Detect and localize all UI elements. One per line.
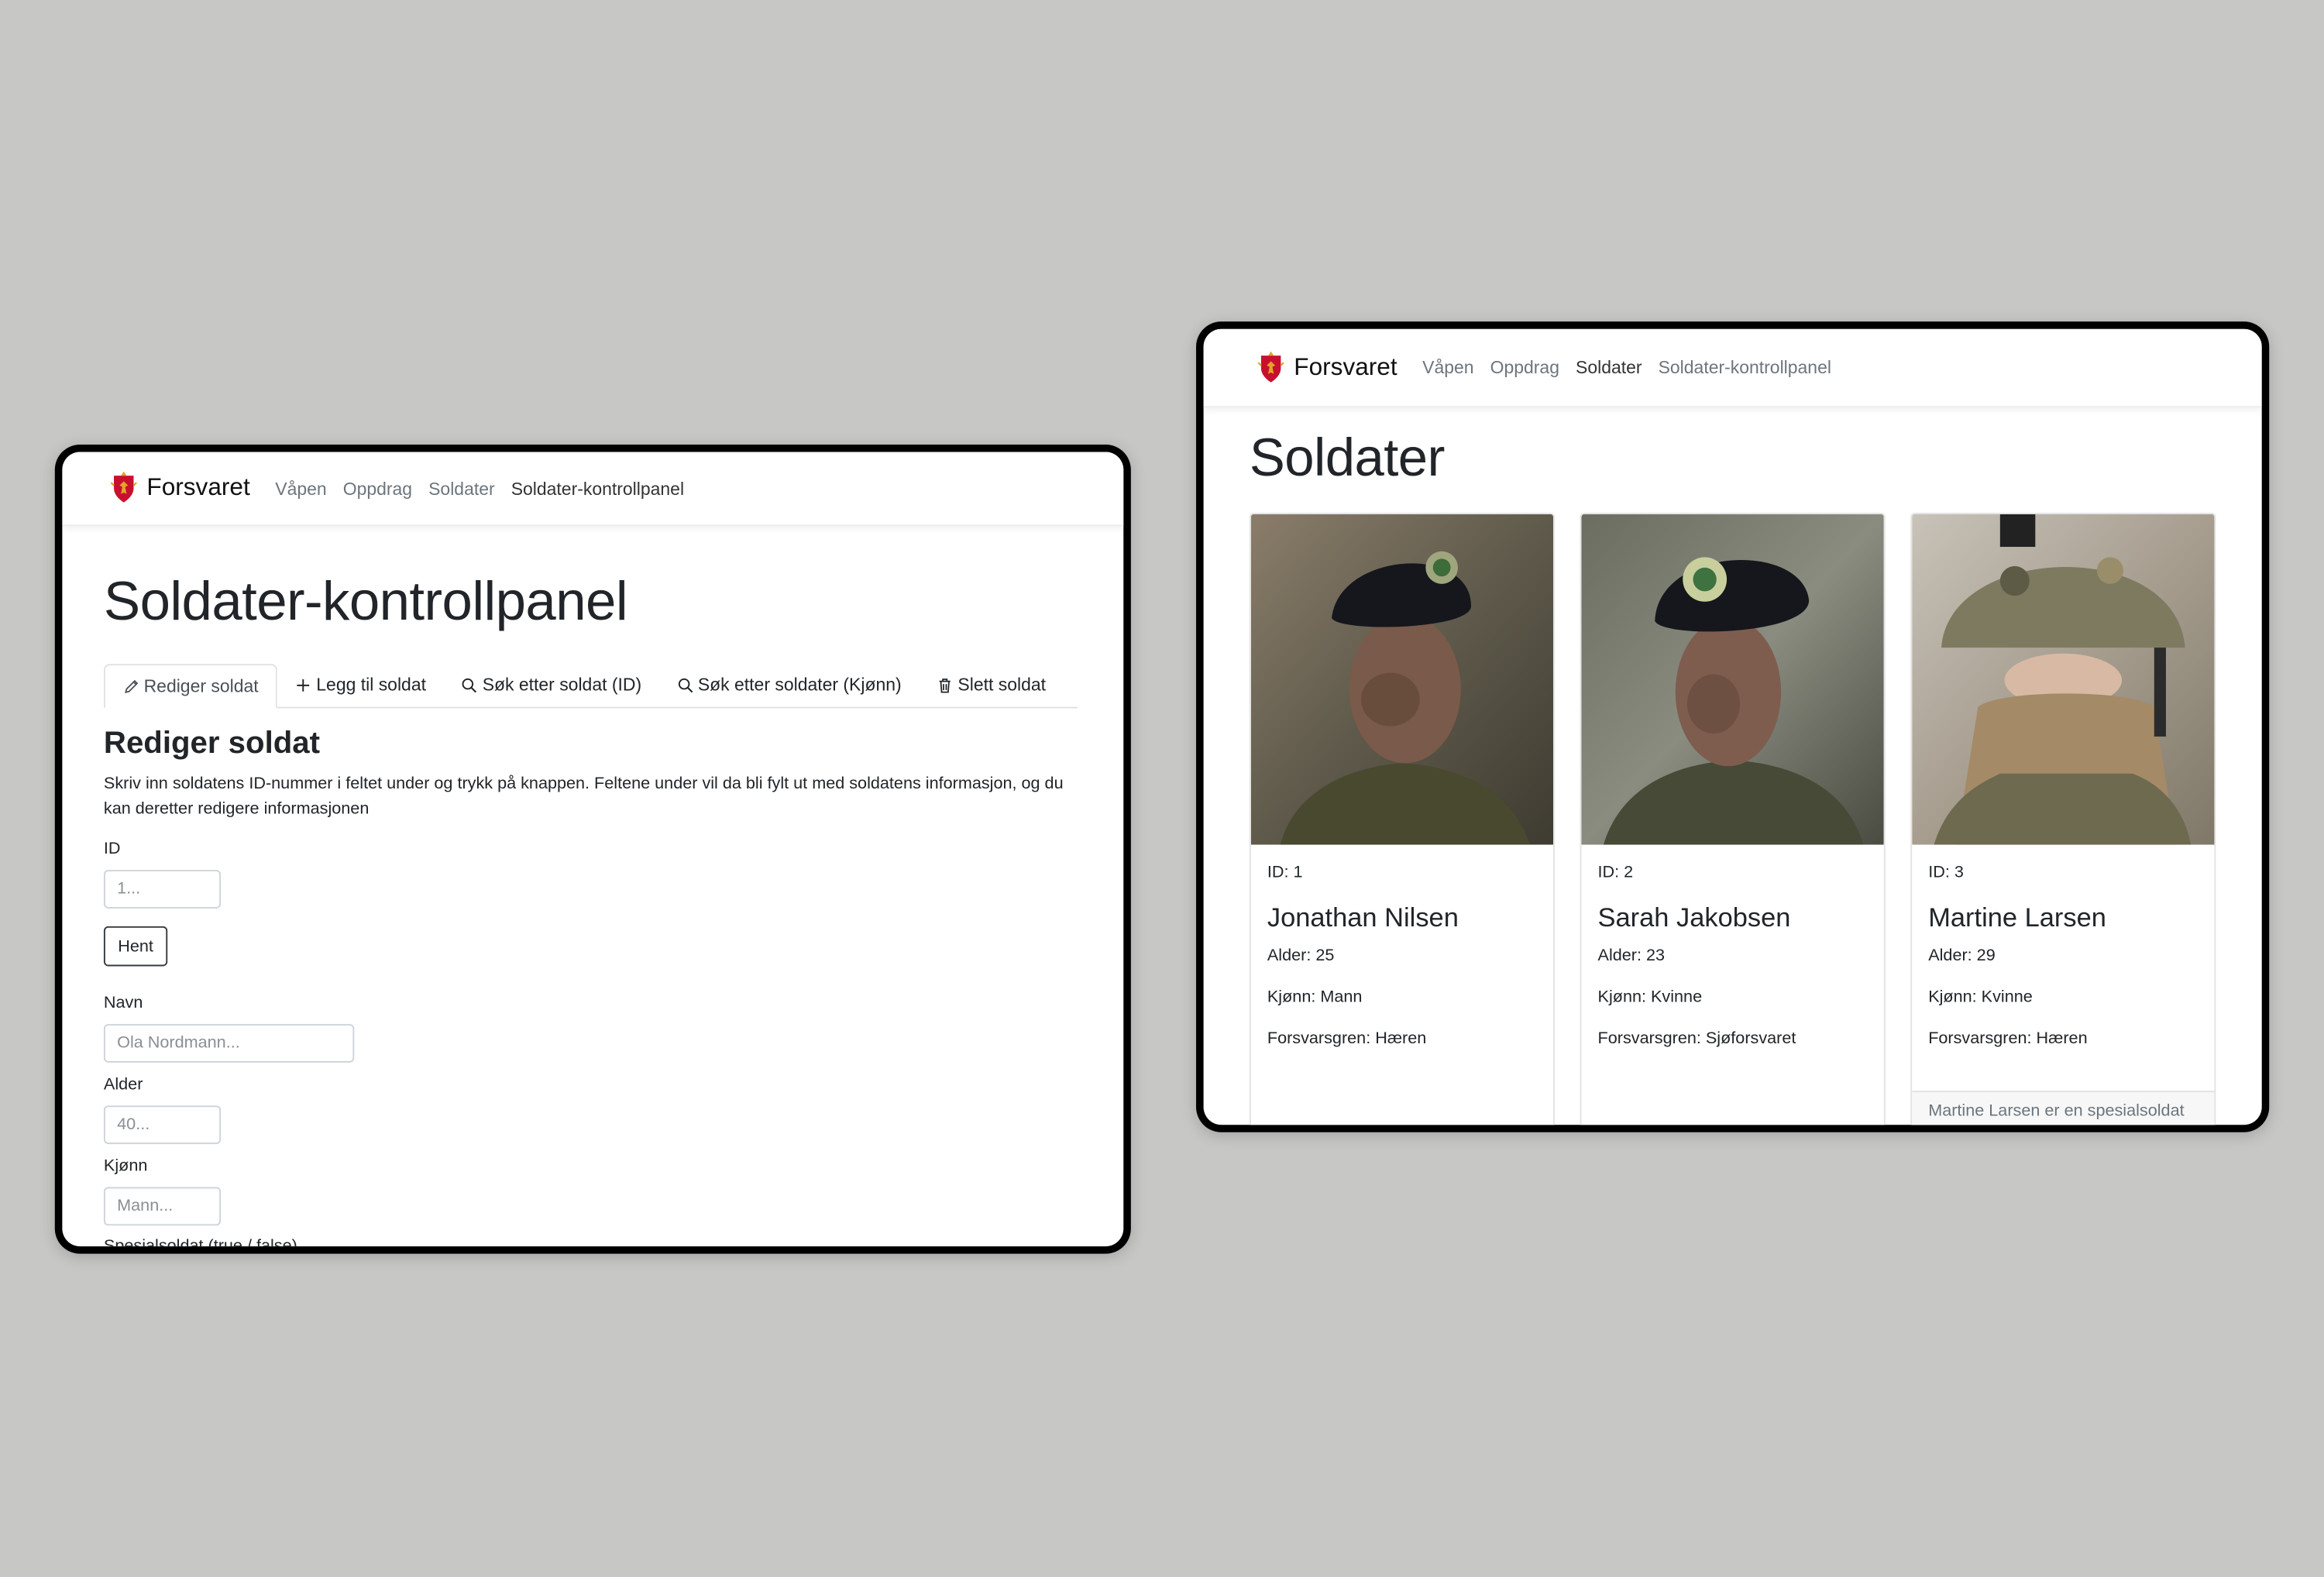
special-soldier-note: Martine Larsen er en spesialsoldat	[1912, 1091, 2215, 1125]
special-label: Spesialsoldat (true / false)	[104, 1238, 297, 1246]
soldier-name: Sarah Jakobsen	[1597, 902, 1791, 933]
soldier-id: ID: 2	[1597, 864, 1634, 882]
tab-label: Slett soldat	[957, 674, 1047, 696]
id-input[interactable]: 1...	[103, 870, 222, 909]
soldier-name: Jonathan Nilsen	[1267, 902, 1459, 933]
soldier-card[interactable]: ID: 2 Sarah Jakobsen Alder: 23 Kjønn: Kv…	[1580, 513, 1886, 1125]
navbar: Forsvaret Våpen Oppdrag Soldater Soldate…	[1203, 328, 2262, 408]
soldier-photo	[1250, 514, 1554, 845]
page-title: Soldater-kontrollpanel	[103, 570, 628, 632]
search-icon	[462, 677, 477, 692]
tab-legg-til-soldat[interactable]: Legg til soldat	[278, 664, 444, 706]
age-label: Alder	[103, 1076, 143, 1094]
nav-link-oppdrag[interactable]: Oppdrag	[343, 478, 412, 499]
tablet-control-panel: Forsvaret Våpen Oppdrag Soldater Soldate…	[54, 444, 1131, 1254]
section-title: Rediger soldat	[103, 726, 321, 761]
name-input[interactable]: Ola Nordmann...	[103, 1024, 355, 1063]
navbar: Forsvaret Våpen Oppdrag Soldater Soldate…	[62, 452, 1124, 527]
crest-icon	[110, 471, 137, 503]
soldier-gender: Kjønn: Kvinne	[1597, 988, 1703, 1007]
brand-name: Forsvaret	[1294, 353, 1397, 380]
name-label: Navn	[103, 994, 143, 1012]
fetch-button[interactable]: Hent	[103, 926, 168, 967]
tab-slett-soldat[interactable]: Slett soldat	[920, 664, 1064, 706]
tab-label: Søk etter soldater (Kjønn)	[697, 674, 902, 696]
tab-label: Legg til soldat	[316, 674, 426, 696]
nav-link-vapen[interactable]: Våpen	[275, 478, 326, 499]
soldiers-screen: Forsvaret Våpen Oppdrag Soldater Soldate…	[1203, 328, 2262, 1125]
id-label: ID	[103, 840, 121, 858]
soldier-name: Martine Larsen	[1928, 902, 2106, 933]
page-title: Soldater	[1249, 427, 1446, 488]
trash-icon	[940, 678, 951, 692]
instructions-text: Skriv inn soldatens ID-nummer i feltet u…	[103, 775, 1064, 819]
soldier-card[interactable]: ID: 3 Martine Larsen Alder: 29 Kjønn: Kv…	[1910, 513, 2216, 1125]
soldier-branch: Forsvarsgren: Sjøforsvaret	[1597, 1029, 1796, 1048]
nav-link-soldater[interactable]: Soldater	[428, 478, 495, 499]
tab-sok-soldater-kjonn[interactable]: Søk etter soldater (Kjønn)	[659, 664, 920, 706]
soldier-branch: Forsvarsgren: Hæren	[1267, 1029, 1427, 1048]
tablet-soldiers: Forsvaret Våpen Oppdrag Soldater Soldate…	[1196, 321, 2270, 1132]
soldier-id: ID: 3	[1928, 864, 1964, 882]
nav-link-oppdrag[interactable]: Oppdrag	[1490, 357, 1559, 378]
soldier-photo	[1581, 514, 1884, 845]
pencil-icon	[125, 679, 139, 693]
brand-name: Forsvaret	[146, 474, 250, 501]
search-icon	[678, 677, 693, 692]
soldier-card[interactable]: ID: 1 Jonathan Nilsen Alder: 25 Kjønn: M…	[1249, 513, 1556, 1125]
gender-label: Kjønn	[103, 1157, 148, 1176]
brand-link[interactable]: Forsvaret	[1257, 350, 1397, 384]
tab-sok-soldat-id[interactable]: Søk etter soldat (ID)	[444, 664, 659, 706]
soldier-age: Alder: 25	[1267, 947, 1335, 965]
soldier-id: ID: 1	[1267, 864, 1303, 882]
tab-bar: Rediger soldat Legg til soldat Søk etter…	[103, 664, 1078, 709]
tab-rediger-soldat[interactable]: Rediger soldat	[103, 664, 278, 709]
nav-link-kontrollpanel[interactable]: Soldater-kontrollpanel	[1659, 357, 1831, 378]
nav-link-vapen[interactable]: Våpen	[1422, 357, 1473, 378]
soldier-branch: Forsvarsgren: Hæren	[1928, 1029, 2088, 1048]
age-input[interactable]: 40...	[103, 1105, 222, 1145]
brand-link[interactable]: Forsvaret	[110, 471, 250, 505]
soldier-gender: Kjønn: Mann	[1267, 988, 1363, 1007]
nav-link-kontrollpanel[interactable]: Soldater-kontrollpanel	[511, 478, 684, 499]
tab-label: Rediger soldat	[143, 675, 259, 697]
soldier-age: Alder: 23	[1597, 947, 1666, 965]
nav-link-soldater[interactable]: Soldater	[1576, 357, 1642, 378]
plus-icon	[297, 679, 310, 691]
control-panel-screen: Forsvaret Våpen Oppdrag Soldater Soldate…	[62, 452, 1124, 1247]
gender-input[interactable]: Mann...	[103, 1187, 222, 1226]
soldier-age: Alder: 29	[1928, 947, 1996, 965]
crest-icon	[1257, 350, 1284, 382]
soldier-photo	[1912, 514, 2215, 845]
tab-label: Søk etter soldat (ID)	[482, 674, 642, 696]
soldier-gender: Kjønn: Kvinne	[1928, 988, 2033, 1007]
